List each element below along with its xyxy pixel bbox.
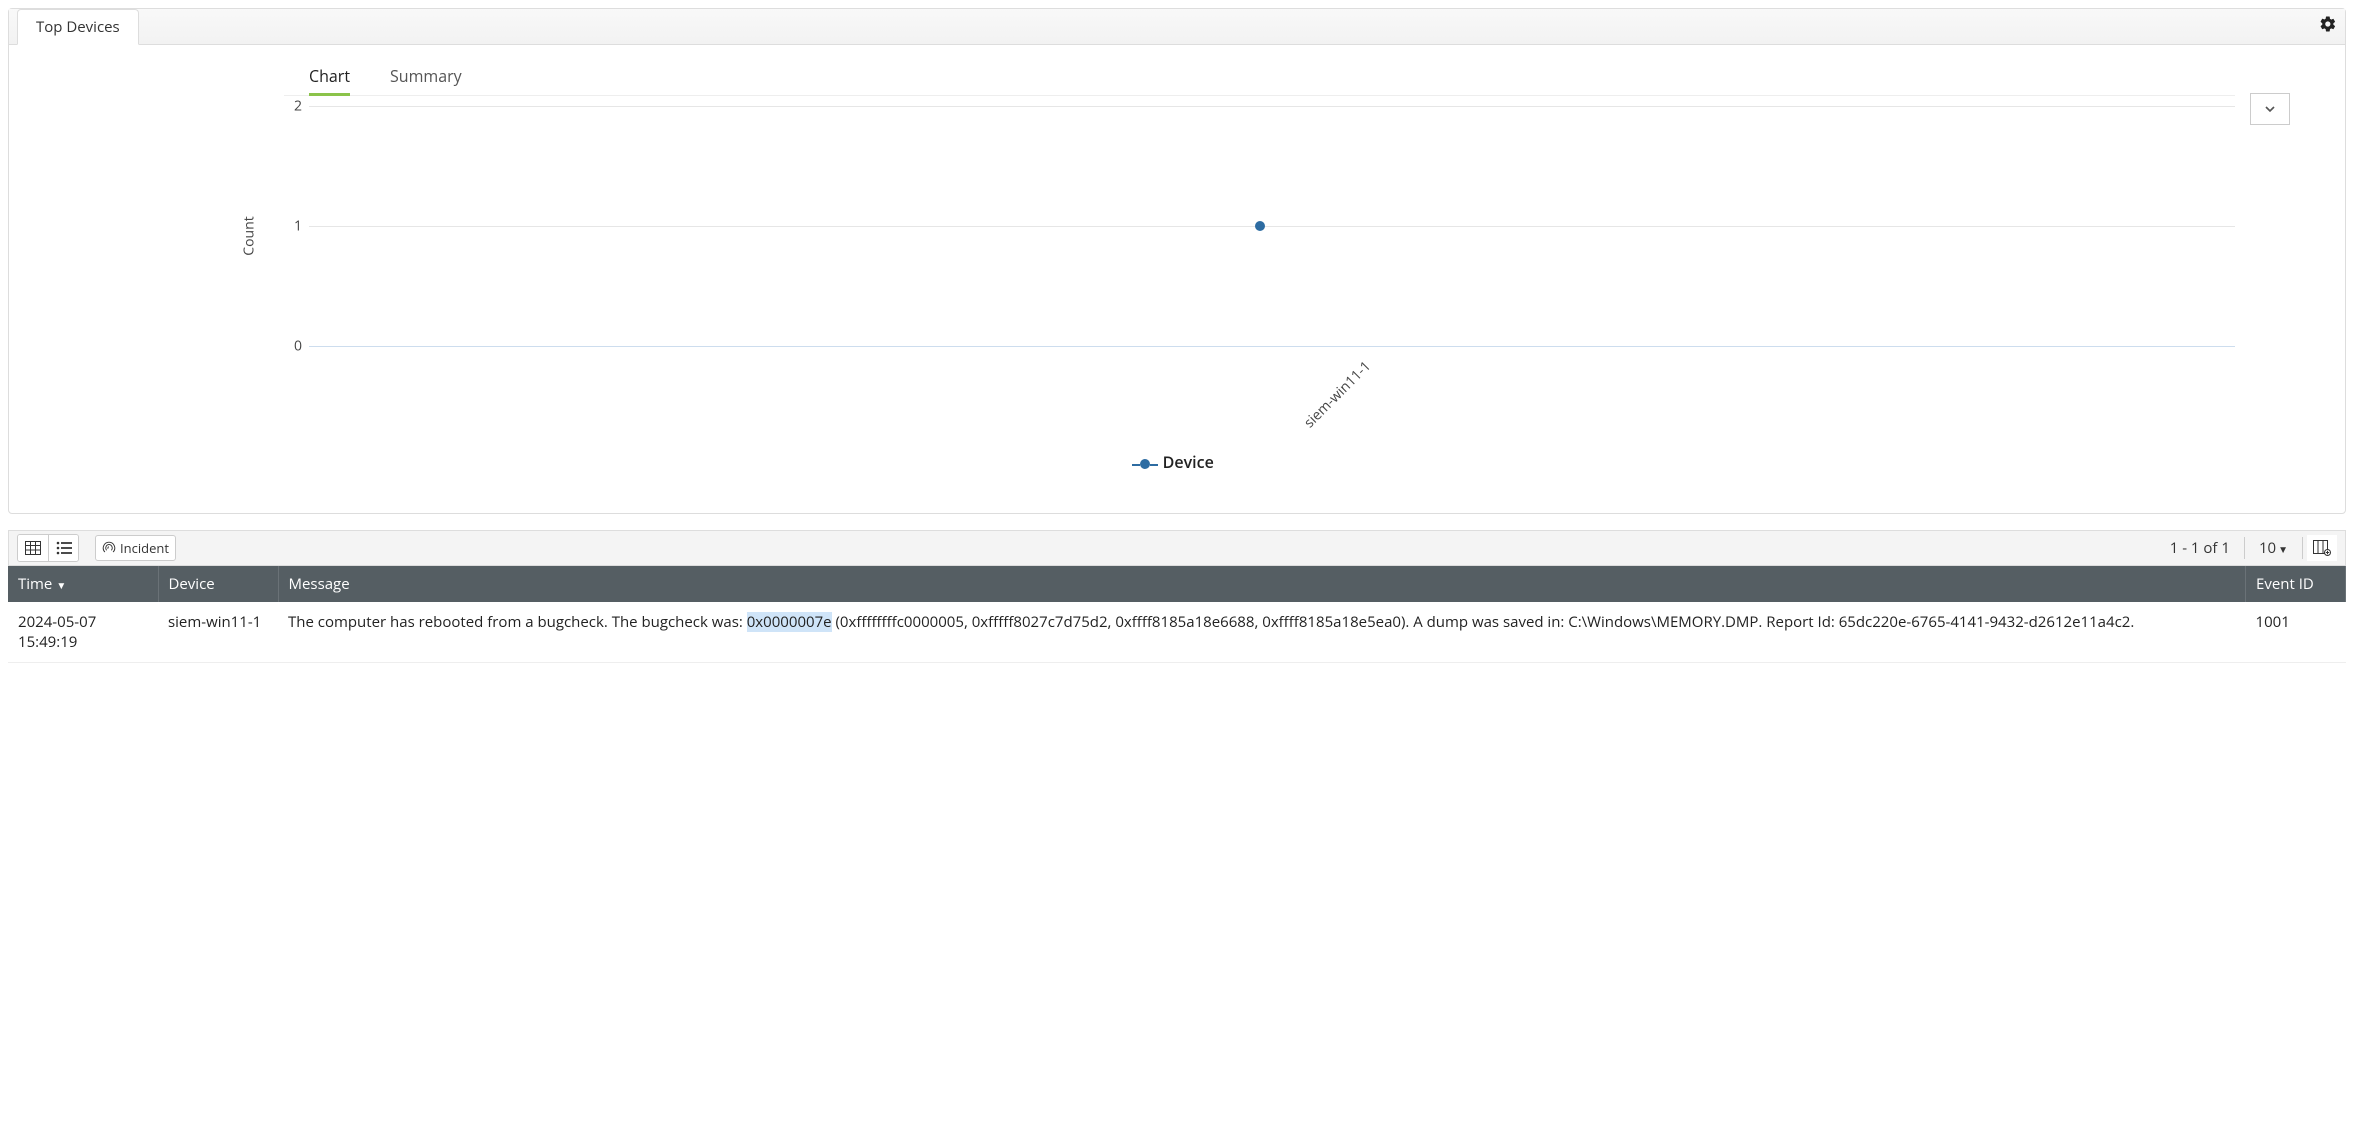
pagination-text: 1 - 1 of 1: [2160, 538, 2240, 558]
cell-event-id: 1001: [2246, 602, 2346, 663]
column-settings-button[interactable]: [2307, 535, 2337, 561]
cell-device: siem-win11-1: [158, 602, 278, 663]
chart-subtabs: Chart Summary: [49, 65, 2305, 96]
table-row[interactable]: 2024-05-07 15:49:19 siem-win11-1 The com…: [8, 602, 2346, 663]
panel-tabbar: Top Devices: [9, 9, 2345, 45]
column-header-time[interactable]: Time▼: [8, 566, 158, 602]
chart-options-dropdown[interactable]: [2250, 93, 2290, 125]
tab-top-devices[interactable]: Top Devices: [17, 9, 139, 45]
chart-y-axis-label: Count: [240, 216, 259, 255]
column-header-device[interactable]: Device: [158, 566, 278, 602]
chart-plot-area: Count 2 1 0 siem-win11-1: [284, 106, 2235, 366]
incident-button[interactable]: Incident: [95, 535, 176, 561]
results-toolbar: Incident 1 - 1 of 1 10▼: [8, 530, 2346, 566]
rows-per-page-value: 10: [2259, 538, 2276, 558]
top-devices-panel: Top Devices Chart Summary Count 2 1 0 si…: [8, 8, 2346, 514]
chart-data-point[interactable]: [1255, 221, 1265, 231]
table-header-row: Time▼ Device Message Event ID: [8, 566, 2346, 602]
chart-x-axis-line: [309, 346, 2235, 347]
toolbar-separator: [2302, 537, 2303, 559]
list-icon: [56, 541, 72, 555]
results-section: Incident 1 - 1 of 1 10▼ Time▼ Device Mes…: [8, 530, 2346, 663]
subtab-chart[interactable]: Chart: [309, 65, 350, 96]
gear-icon[interactable]: [2319, 15, 2337, 39]
chart-legend-label: Device: [1163, 451, 1214, 473]
view-mode-group: [17, 534, 79, 562]
table-icon: [25, 541, 41, 555]
chart-ytick-0: 0: [282, 337, 302, 356]
message-highlight: 0x0000007e: [747, 612, 832, 632]
chart-container: Chart Summary Count 2 1 0 siem-win11-1 D…: [9, 45, 2345, 513]
rows-per-page-dropdown[interactable]: 10▼: [2249, 538, 2298, 558]
toolbar-separator: [2244, 537, 2245, 559]
cell-message: The computer has rebooted from a bugchec…: [278, 602, 2246, 663]
results-table: Time▼ Device Message Event ID 2024-05-07…: [8, 566, 2346, 663]
columns-icon: [2313, 540, 2331, 556]
list-view-button[interactable]: [48, 535, 78, 561]
table-view-button[interactable]: [18, 535, 48, 561]
subtab-summary[interactable]: Summary: [390, 65, 462, 96]
fingerprint-icon: [102, 541, 116, 555]
chart-legend: Device: [49, 451, 2305, 473]
chart-ytick-2: 2: [282, 97, 302, 116]
chart-gridline: [309, 106, 2235, 107]
incident-button-label: Incident: [120, 539, 169, 557]
chart-ytick-1: 1: [282, 217, 302, 236]
cell-time: 2024-05-07 15:49:19: [8, 602, 158, 663]
column-header-message[interactable]: Message: [278, 566, 2246, 602]
legend-marker-icon: [1140, 459, 1150, 469]
chart-gridline: [309, 226, 2235, 227]
column-header-event-id[interactable]: Event ID: [2246, 566, 2346, 602]
chart-x-category-label: siem-win11-1: [1300, 357, 1375, 432]
